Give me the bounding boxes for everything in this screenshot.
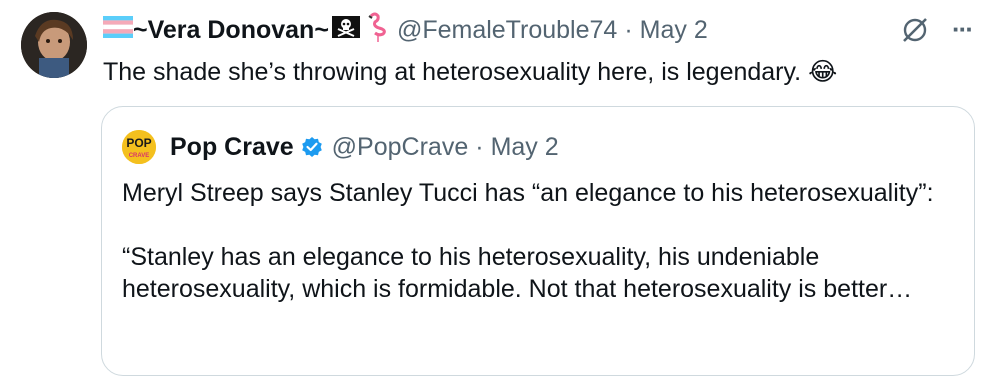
tweet-date[interactable]: May 2 [640, 16, 708, 45]
author-avatar[interactable] [21, 12, 87, 78]
tweet-actions: ··· [900, 14, 974, 45]
quoted-text-paragraph-1: Meryl Streep says Stanley Tucci has “an … [122, 179, 934, 207]
quoted-separator-dot: · [475, 132, 484, 161]
quoted-tweet-header: POP CRAVE Pop Crave @PopCrave · May 2 [122, 129, 559, 165]
grok-icon[interactable] [900, 15, 930, 45]
tweet-body: The shade she’s throwing at heterosexual… [103, 58, 802, 86]
quoted-author-name[interactable]: Pop Crave [170, 133, 294, 162]
quoted-avatar-logo-text: POP [126, 136, 151, 150]
tears-of-joy-emoji: 😂 [808, 58, 838, 86]
quoted-author-handle[interactable]: @PopCrave [332, 133, 469, 162]
separator-dot: · [624, 15, 633, 44]
quoted-avatar-logo-subtext: CRAVE [129, 153, 150, 159]
quoted-text-paragraph-2: “Stanley has an elegance to his heterose… [122, 243, 913, 303]
quoted-tweet-card[interactable]: POP CRAVE Pop Crave @PopCrave · May 2 Me… [101, 106, 975, 376]
more-icon[interactable]: ··· [952, 14, 974, 45]
tweet-text: The shade she’s throwing at heterosexual… [103, 56, 837, 88]
verified-badge-icon [300, 135, 324, 159]
quoted-author-avatar[interactable]: POP CRAVE [122, 130, 156, 164]
transgender-flag-icon [102, 15, 134, 45]
skull-crossbones-flag-icon [331, 15, 361, 46]
quoted-tweet-text: Meryl Streep says Stanley Tucci has “an … [122, 177, 962, 305]
tweet-header: ~Vera Donovan~ @FemaleTrouble74 · May 2 [102, 12, 708, 49]
quoted-tweet-date[interactable]: May 2 [491, 133, 559, 162]
author-handle[interactable]: @FemaleTrouble74 [397, 16, 617, 45]
flamingo-icon [365, 12, 389, 49]
author-name[interactable]: ~Vera Donovan~ [133, 16, 329, 45]
